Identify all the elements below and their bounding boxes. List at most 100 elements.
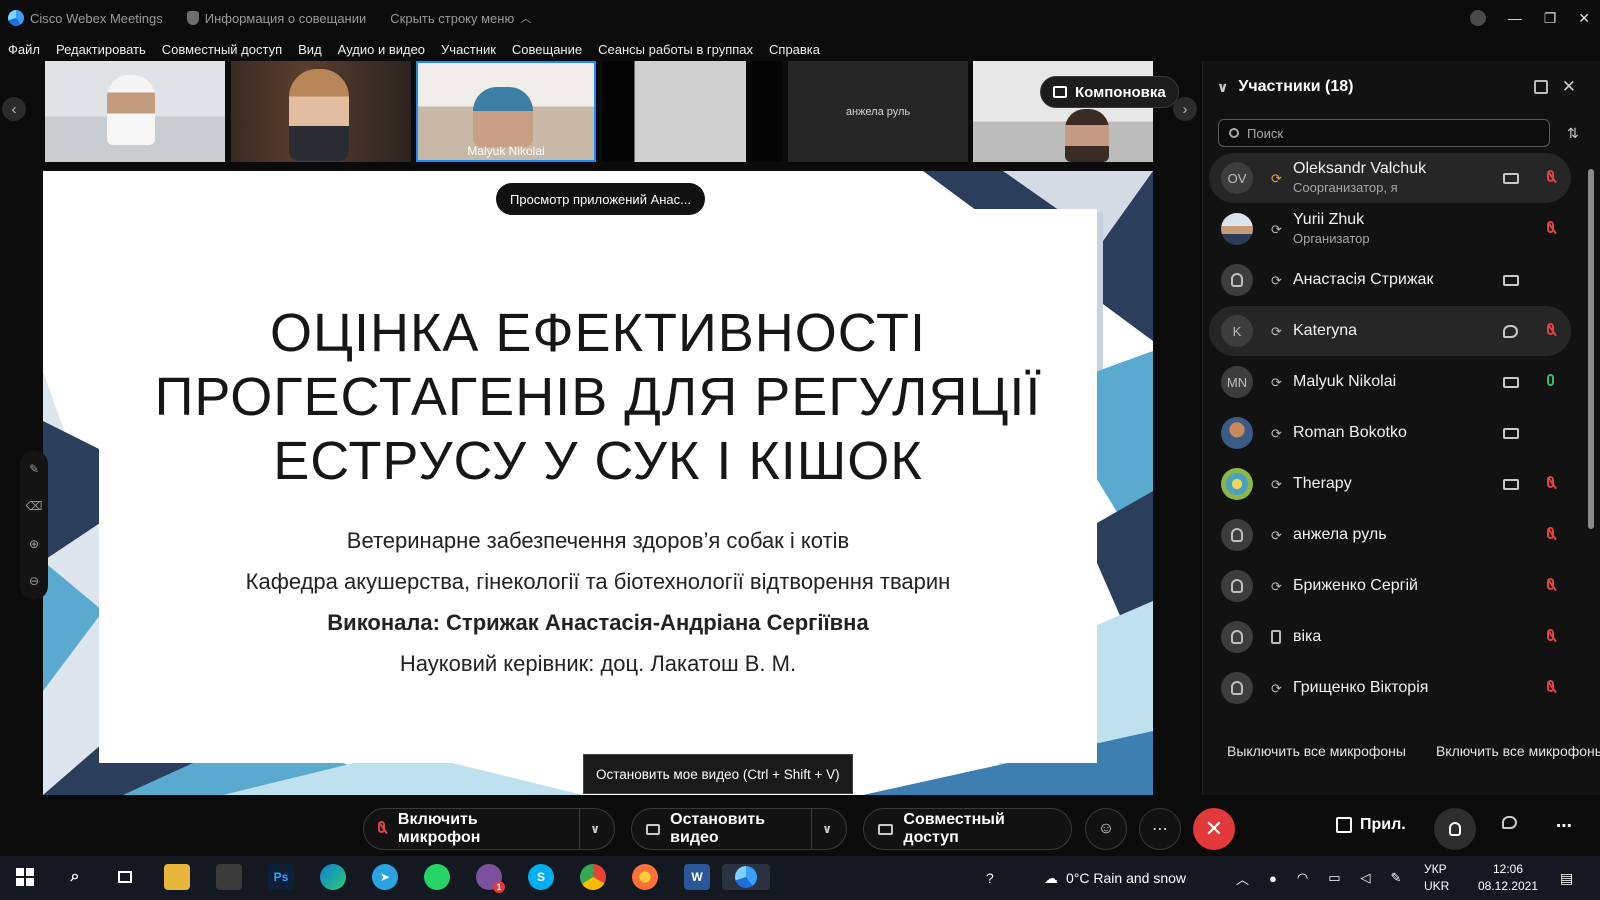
meeting-info-button[interactable]: Информация о совещании bbox=[186, 11, 366, 26]
chevron-down-icon[interactable]: ∨ bbox=[590, 822, 600, 836]
mic-muted-icon[interactable] bbox=[1547, 170, 1557, 186]
participant-row[interactable]: K ⟳ Kateryna bbox=[1209, 306, 1571, 356]
apps-button[interactable]: Прил. bbox=[1336, 816, 1406, 834]
participant-search[interactable] bbox=[1218, 119, 1550, 147]
chevron-up-icon[interactable]: ︿ bbox=[1236, 869, 1249, 888]
annotate-icon[interactable]: ✎ bbox=[29, 462, 39, 476]
reactions-button[interactable]: ☺ bbox=[1085, 808, 1127, 850]
restore-button[interactable]: ❐ bbox=[1544, 10, 1557, 27]
participant-row[interactable]: ⟳ Бриженко Сергій bbox=[1209, 561, 1571, 611]
mic-muted-icon[interactable] bbox=[1547, 527, 1557, 543]
pen-icon[interactable]: ✎ bbox=[1391, 870, 1402, 886]
hide-menu-button[interactable]: Скрыть строку меню ︿ bbox=[390, 10, 531, 26]
edge-icon[interactable] bbox=[320, 864, 346, 890]
mic-muted-icon[interactable] bbox=[1547, 680, 1557, 696]
leave-meeting-button[interactable]: ✕ bbox=[1193, 808, 1235, 850]
video-thumb-active[interactable]: Malyuk Nikolai bbox=[416, 61, 596, 162]
participant-row[interactable]: ⟳ Roman Bokotko bbox=[1209, 408, 1571, 458]
webex-taskbar-icon[interactable] bbox=[722, 864, 770, 890]
volume-icon[interactable]: ◁ bbox=[1361, 870, 1371, 886]
help-icon[interactable]: ? bbox=[986, 856, 994, 900]
panel-more-button[interactable]: ⋯ bbox=[1556, 816, 1572, 836]
menu-audio-video[interactable]: Аудио и видео bbox=[330, 42, 433, 57]
stop-video-button[interactable]: Остановить видео ∨ bbox=[631, 808, 847, 850]
chat-icon[interactable] bbox=[1503, 324, 1518, 338]
search-input[interactable] bbox=[1247, 125, 1527, 141]
filmstrip-prev-button[interactable]: ‹ bbox=[2, 97, 26, 121]
clock-date: 08.12.2021 bbox=[1477, 879, 1539, 893]
wifi-icon[interactable]: ◠ bbox=[1297, 870, 1308, 886]
viber-icon[interactable]: 1 bbox=[476, 864, 505, 893]
participant-row[interactable]: ⟳ Therapy bbox=[1209, 459, 1571, 509]
notifications-icon[interactable]: ▤ bbox=[1560, 856, 1573, 900]
video-thumb[interactable] bbox=[45, 61, 225, 162]
search-icon[interactable]: ⌕ bbox=[62, 864, 88, 890]
menu-breakout[interactable]: Сеансы работы в группах bbox=[590, 42, 761, 57]
menu-edit[interactable]: Редактировать bbox=[48, 42, 154, 57]
skype-icon[interactable]: S bbox=[528, 864, 554, 890]
popout-icon[interactable] bbox=[1534, 80, 1548, 94]
participants-scrollbar[interactable] bbox=[1587, 159, 1595, 739]
mic-muted-icon[interactable] bbox=[1547, 476, 1557, 492]
mic-muted-icon[interactable] bbox=[1547, 323, 1557, 339]
video-thumb[interactable] bbox=[602, 61, 782, 162]
scrollbar-thumb[interactable] bbox=[1588, 169, 1594, 529]
menu-help[interactable]: Справка bbox=[761, 42, 828, 57]
mic-muted-icon[interactable] bbox=[1547, 629, 1557, 645]
participant-row[interactable]: віка bbox=[1209, 612, 1571, 662]
windows-start-icon[interactable] bbox=[12, 864, 38, 890]
mute-all-button[interactable]: Выключить все микрофоны bbox=[1227, 743, 1406, 759]
unmute-button[interactable]: Включить микрофон ∨ bbox=[363, 808, 615, 850]
menu-file[interactable]: Файл bbox=[0, 42, 48, 57]
task-view-icon[interactable] bbox=[112, 864, 138, 890]
menu-participant[interactable]: Участник bbox=[433, 42, 504, 57]
zoom-out-icon[interactable]: ⊖ bbox=[29, 574, 39, 588]
share-button[interactable]: Совместный доступ bbox=[863, 808, 1072, 850]
menu-view[interactable]: Вид bbox=[290, 42, 330, 57]
sync-icon: ⟳ bbox=[1271, 477, 1282, 492]
sort-icon[interactable]: ⇅ bbox=[1567, 125, 1579, 142]
mic-muted-icon[interactable] bbox=[1547, 578, 1557, 594]
chevron-down-icon[interactable]: ∨ bbox=[1217, 79, 1228, 96]
battery-icon[interactable]: ▭ bbox=[1328, 870, 1340, 886]
video-thumb[interactable] bbox=[231, 61, 411, 162]
menu-meeting[interactable]: Совещание bbox=[504, 42, 590, 57]
system-clock[interactable]: 12:06 08.12.2021 bbox=[1468, 861, 1548, 895]
participants-toggle-button[interactable] bbox=[1434, 808, 1476, 850]
word-icon[interactable]: W bbox=[684, 864, 710, 890]
participant-row[interactable]: ⟳ Анастасія Стрижак bbox=[1209, 255, 1571, 305]
more-options-button[interactable]: ⋯ bbox=[1139, 808, 1181, 850]
participant-role: Организатор bbox=[1293, 231, 1370, 246]
close-window-button[interactable]: ✕ bbox=[1578, 10, 1590, 27]
mic-on-icon[interactable] bbox=[1547, 374, 1557, 390]
video-thumb-no-video[interactable]: анжела руль bbox=[788, 61, 968, 162]
network-stats-icon[interactable] bbox=[1469, 10, 1486, 26]
file-explorer-icon[interactable] bbox=[164, 864, 190, 890]
chrome-icon[interactable] bbox=[580, 864, 606, 890]
chat-toggle-button[interactable] bbox=[1502, 816, 1517, 829]
chevron-down-icon[interactable]: ∨ bbox=[822, 822, 832, 836]
photoshop-icon[interactable]: Ps bbox=[268, 864, 294, 890]
language-indicator[interactable]: УКР UKR bbox=[1424, 861, 1449, 895]
telegram-icon[interactable]: ➤ bbox=[372, 864, 398, 890]
participant-row[interactable]: MN ⟳ Malyuk Nikolai bbox=[1209, 357, 1571, 407]
zoom-in-icon[interactable]: ⊕ bbox=[29, 537, 39, 551]
mic-muted-icon[interactable] bbox=[1547, 221, 1557, 237]
participant-row[interactable]: ⟳ Грищенко Вікторія bbox=[1209, 663, 1571, 713]
filmstrip-next-button[interactable]: › bbox=[1173, 97, 1197, 121]
store-icon[interactable] bbox=[216, 864, 242, 890]
viewing-share-pill[interactable]: Просмотр приложений Анас... bbox=[496, 183, 705, 215]
minimize-button[interactable]: — bbox=[1508, 10, 1522, 26]
participant-row[interactable]: ⟳ Yurii Zhuk Организатор bbox=[1209, 204, 1571, 254]
unmute-all-button[interactable]: Включить все микрофоны bbox=[1436, 743, 1600, 759]
layout-button[interactable]: Компоновка bbox=[1040, 76, 1179, 108]
participant-row[interactable]: ⟳ анжела руль bbox=[1209, 510, 1571, 560]
whatsapp-icon[interactable] bbox=[424, 864, 450, 890]
eraser-icon[interactable]: ⌫ bbox=[26, 499, 43, 513]
close-icon[interactable]: ✕ bbox=[1562, 77, 1576, 97]
menu-share[interactable]: Совместный доступ bbox=[154, 42, 290, 57]
participant-row[interactable]: OV ⟳ Oleksandr Valchuk Соорганизатор, я bbox=[1209, 153, 1571, 203]
firefox-icon[interactable] bbox=[632, 864, 658, 890]
weather-widget[interactable]: ☁ 0°C Rain and snow bbox=[1044, 856, 1186, 900]
security-icon[interactable]: ● bbox=[1269, 871, 1277, 886]
